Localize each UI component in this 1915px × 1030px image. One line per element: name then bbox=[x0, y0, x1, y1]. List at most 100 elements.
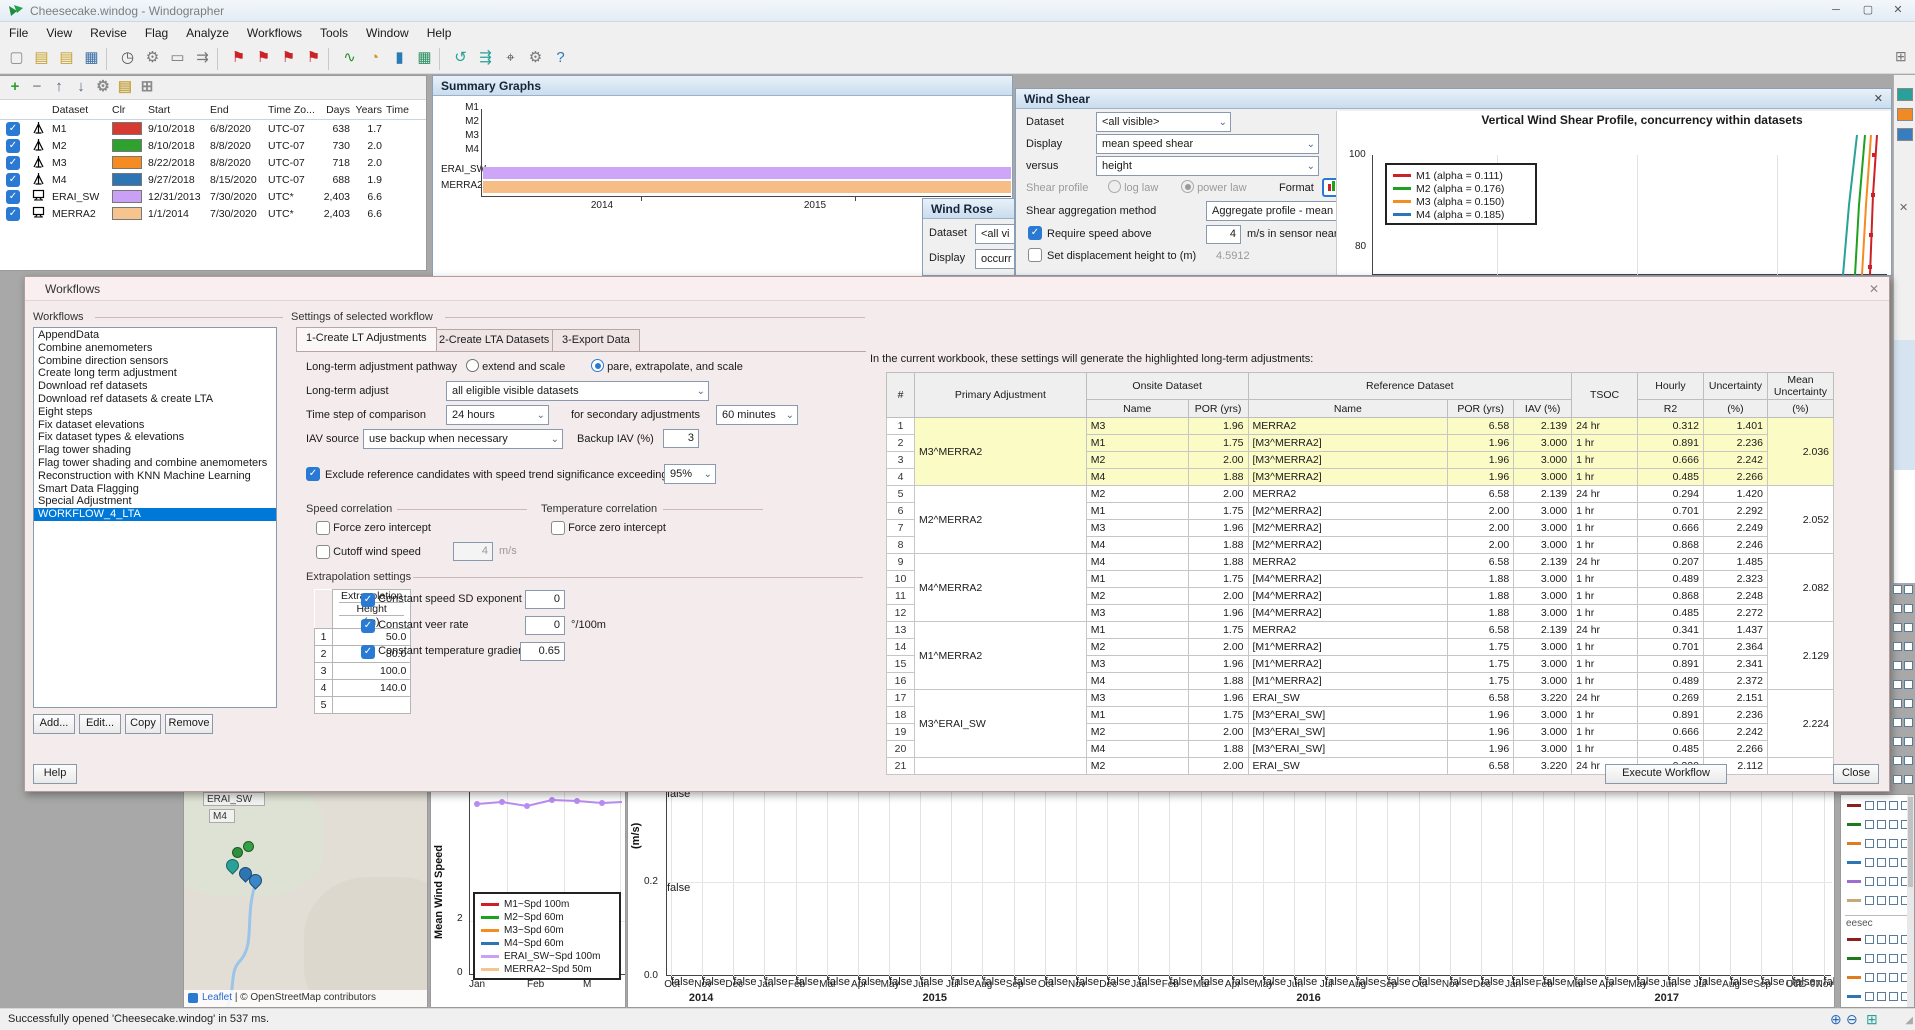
series-checkbox[interactable] bbox=[1904, 661, 1913, 670]
series-checkbox[interactable] bbox=[1893, 585, 1902, 594]
cutoff-checkbox[interactable]: ✓ Cutoff wind speed bbox=[316, 545, 421, 559]
flag-play-icon[interactable]: ⚑ bbox=[226, 46, 251, 70]
col-time[interactable]: Time bbox=[384, 104, 424, 116]
temp-force-zero-checkbox[interactable]: ✓ Force zero intercept bbox=[551, 521, 666, 535]
series-checkbox[interactable] bbox=[1877, 992, 1886, 1001]
wind-rose-display-select[interactable]: occurr bbox=[975, 249, 1015, 269]
close-dialog-button[interactable]: Close bbox=[1833, 764, 1879, 784]
dataset-tool-remove[interactable]: − bbox=[26, 77, 48, 98]
extrap-row[interactable]: 4140.0 bbox=[315, 680, 411, 697]
series-checkbox[interactable] bbox=[1877, 973, 1886, 982]
dataset-color-swatch[interactable] bbox=[110, 122, 146, 135]
series-checkbox[interactable] bbox=[1877, 858, 1886, 867]
help-button[interactable]: Help bbox=[33, 764, 77, 784]
ws-display-select[interactable]: mean speed shear⌄ bbox=[1096, 134, 1319, 154]
execute-workflow-button[interactable]: Execute Workflow bbox=[1605, 764, 1727, 784]
series-checkbox[interactable] bbox=[1889, 820, 1898, 829]
tools-gear-icon[interactable]: ⚙ bbox=[523, 46, 548, 70]
series-swatch[interactable] bbox=[1897, 88, 1913, 101]
save-icon[interactable]: ▦ bbox=[79, 46, 104, 70]
extrap-row[interactable]: 5 bbox=[315, 697, 411, 714]
menu-workflows[interactable]: Workflows bbox=[238, 22, 311, 44]
series-checkbox[interactable] bbox=[1893, 680, 1902, 689]
series-checkbox[interactable] bbox=[1877, 896, 1886, 905]
menu-revise[interactable]: Revise bbox=[81, 22, 136, 44]
series-checkbox[interactable] bbox=[1865, 896, 1874, 905]
map-marker-green[interactable] bbox=[243, 841, 254, 852]
series-checkbox[interactable] bbox=[1889, 839, 1898, 848]
sd-exponent-input[interactable]: 0 bbox=[525, 590, 565, 609]
series-checkbox[interactable] bbox=[1904, 642, 1913, 651]
workflow-item[interactable]: Eight steps bbox=[34, 406, 276, 419]
pathway-pare-radio[interactable]: pare, extrapolate, and scale bbox=[591, 359, 743, 373]
workflow-add-button[interactable]: Add... bbox=[33, 714, 75, 734]
sd-exponent-checkbox[interactable]: ✓ Constant speed SD exponent bbox=[361, 593, 522, 607]
exclude-select[interactable]: 95%⌄ bbox=[664, 464, 716, 484]
import-icon[interactable]: ▤ bbox=[54, 46, 79, 70]
col-timezone[interactable]: Time Zo... bbox=[266, 104, 316, 116]
chart-bar-icon[interactable]: ▮ bbox=[387, 46, 412, 70]
series-checkbox[interactable] bbox=[1893, 623, 1902, 632]
extrap-row[interactable]: 3100.0 bbox=[315, 663, 411, 680]
series-checkbox[interactable] bbox=[1904, 585, 1913, 594]
dataset-color-swatch[interactable] bbox=[110, 139, 146, 152]
minimize-button[interactable]: ─ bbox=[1821, 0, 1851, 21]
calendar-icon[interactable]: ⊞ bbox=[1866, 1011, 1878, 1028]
col-days[interactable]: Days bbox=[316, 104, 352, 116]
maximize-button[interactable]: ▢ bbox=[1853, 0, 1883, 21]
workflow-item[interactable]: Reconstruction with KNN Machine Learning bbox=[34, 470, 276, 483]
zoom-in-icon[interactable]: ⊕ bbox=[1830, 1011, 1842, 1028]
series-checkbox[interactable] bbox=[1904, 699, 1913, 708]
tab-create-lta-datasets[interactable]: 2-Create LTA Datasets bbox=[429, 329, 559, 351]
series-checkbox[interactable] bbox=[1889, 896, 1898, 905]
lt-row[interactable]: 13M1^MERRA2M11.75MERRA26.582.13924 hr0.3… bbox=[887, 622, 1834, 639]
series-swatch[interactable] bbox=[1897, 128, 1913, 141]
workflow-item[interactable]: Flag tower shading bbox=[34, 444, 276, 457]
temp-gradient-checkbox[interactable]: ✓ Constant temperature gradient bbox=[361, 645, 527, 659]
lt-adjust-select[interactable]: all eligible visible datasets⌄ bbox=[446, 381, 709, 401]
leaflet-link[interactable]: Leaflet bbox=[202, 992, 232, 1003]
panel-close-icon[interactable]: ✕ bbox=[1899, 201, 1908, 214]
ws-displacement-checkbox[interactable]: ✓ bbox=[1028, 248, 1042, 262]
series-checkbox[interactable] bbox=[1904, 604, 1913, 613]
veer-rate-input[interactable]: 0 bbox=[525, 616, 565, 635]
series-checkbox[interactable] bbox=[1865, 801, 1874, 810]
dataset-checkbox[interactable]: ✓ bbox=[0, 122, 26, 136]
col-dataset[interactable]: Dataset bbox=[50, 104, 110, 116]
series-checkbox[interactable] bbox=[1877, 839, 1886, 848]
wind-shear-close-icon[interactable]: ✕ bbox=[1874, 92, 1883, 105]
summary-graphs-title[interactable]: Summary Graphs bbox=[433, 76, 1012, 96]
series-checkbox[interactable] bbox=[1865, 877, 1874, 886]
chart-pie-icon[interactable]: ◔ bbox=[362, 46, 387, 70]
toolbar-overflow-icon[interactable]: ⊞ bbox=[1895, 48, 1907, 65]
dataset-row-m1[interactable]: ✓M19/10/20186/8/2020UTC-076381.7 bbox=[0, 120, 426, 137]
series-checkbox[interactable] bbox=[1904, 737, 1913, 746]
wind-rose-dataset-select[interactable]: <all vi bbox=[975, 224, 1015, 244]
ws-powerlaw-radio[interactable]: power law bbox=[1181, 180, 1247, 194]
chart-line-icon[interactable]: ∿ bbox=[337, 46, 362, 70]
series-checkbox[interactable] bbox=[1865, 858, 1874, 867]
dataset-checkbox[interactable]: ✓ bbox=[0, 139, 26, 153]
flag-clear-icon[interactable]: ⚑ bbox=[301, 46, 326, 70]
close-button[interactable]: ✕ bbox=[1883, 0, 1913, 21]
flag-add-icon[interactable]: ⚑ bbox=[276, 46, 301, 70]
workflow-remove-button[interactable]: Remove bbox=[165, 714, 213, 734]
series-checkbox[interactable] bbox=[1893, 737, 1902, 746]
workflow-item[interactable]: Fix dataset types & elevations bbox=[34, 431, 276, 444]
dataset-tool-open[interactable]: ▤ bbox=[114, 77, 136, 98]
clock-icon[interactable]: ◷ bbox=[115, 46, 140, 70]
workflow-item[interactable]: Combine anemometers bbox=[34, 342, 276, 355]
lt-row[interactable]: 9M4^MERRA2M41.88MERRA26.582.13924 hr0.20… bbox=[887, 554, 1834, 571]
series-checkbox[interactable] bbox=[1877, 935, 1886, 944]
series-checkbox[interactable] bbox=[1877, 877, 1886, 886]
gear-icon[interactable]: ⚙ bbox=[140, 46, 165, 70]
dataset-row-m4[interactable]: ✓M49/27/20188/15/2020UTC-076881.9 bbox=[0, 171, 426, 188]
dataset-row-m3[interactable]: ✓M38/22/20188/8/2020UTC-077182.0 bbox=[0, 154, 426, 171]
series-checkbox[interactable] bbox=[1877, 820, 1886, 829]
dataset-checkbox[interactable]: ✓ bbox=[0, 156, 26, 170]
dataset-tool-add[interactable]: + bbox=[4, 77, 26, 98]
ws-dataset-select[interactable]: <all visible>⌄ bbox=[1096, 112, 1231, 132]
tab-export-data[interactable]: 3-Export Data bbox=[552, 329, 640, 351]
dataset-checkbox[interactable]: ✓ bbox=[0, 207, 26, 221]
iav-source-select[interactable]: use backup when necessary⌄ bbox=[363, 429, 563, 449]
